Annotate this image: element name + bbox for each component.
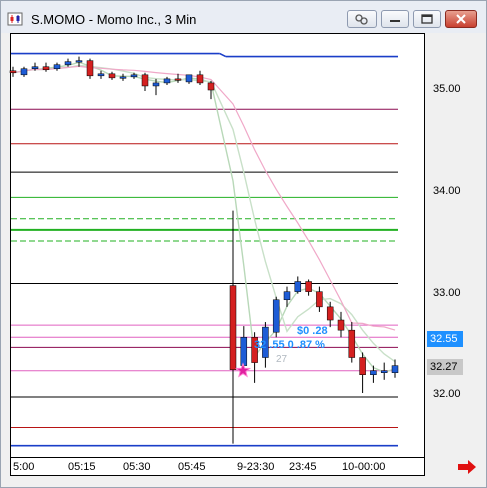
- time-label: 05:45: [178, 461, 206, 473]
- candle-body: [86, 60, 94, 77]
- candle-body: [229, 285, 237, 370]
- faded-price-label: 27: [276, 354, 288, 365]
- candle-body: [294, 281, 302, 292]
- candle-body: [185, 74, 193, 83]
- trade-marker-star-icon: [234, 362, 252, 378]
- candle-body: [380, 370, 388, 373]
- candle-body: [130, 74, 138, 78]
- candle-body: [108, 73, 116, 79]
- candle-body: [326, 306, 334, 321]
- candle-body: [64, 61, 72, 65]
- candle-body: [196, 74, 204, 84]
- price-tick: 32.00: [433, 388, 461, 400]
- candle-body: [316, 291, 323, 308]
- candle-body: [20, 68, 28, 76]
- time-label: 05:30: [123, 461, 151, 473]
- candle-body: [348, 329, 356, 358]
- time-label: 10-00:00: [342, 461, 386, 473]
- candle-body: [359, 357, 366, 376]
- candle-body: [42, 66, 50, 70]
- candle-body: [75, 60, 83, 63]
- price-tick: 33.00: [433, 287, 461, 299]
- candle-body: [174, 78, 182, 81]
- price-tick: 34.00: [433, 185, 461, 197]
- candle-body: [337, 319, 345, 331]
- candle-body: [305, 281, 312, 292]
- price-tick: 35.00: [433, 83, 461, 95]
- moving-average-slow: [12, 65, 396, 331]
- candle-body: [119, 76, 127, 79]
- candle-body: [370, 370, 377, 376]
- last-price-badge: 32.27: [427, 359, 463, 375]
- candle-body: [163, 78, 171, 84]
- candle-body: [283, 291, 291, 301]
- moving-average-mid: [12, 64, 396, 363]
- candle-body: [141, 74, 149, 87]
- time-label: 9-23:30: [237, 461, 275, 473]
- current-price-badge: 32.55: [427, 331, 463, 347]
- candle-body: [391, 365, 399, 373]
- time-label: 05:15: [68, 461, 96, 473]
- change-detail-label: 32 .55 0 .87 %: [254, 339, 325, 351]
- candle-body: [31, 66, 39, 69]
- candle-body: [207, 82, 215, 91]
- level-line: [219, 52, 227, 58]
- time-label: 5:00: [13, 461, 35, 473]
- candle-body: [272, 299, 280, 333]
- chart-plot: [9, 52, 399, 447]
- time-label: 23:45: [289, 461, 317, 473]
- candle-body: [97, 73, 105, 77]
- candle-body: [9, 70, 17, 74]
- candle-body: [53, 64, 61, 69]
- candle-body: [240, 337, 248, 366]
- change-value-label: $0 .28: [297, 325, 328, 337]
- candle-body: [152, 82, 160, 87]
